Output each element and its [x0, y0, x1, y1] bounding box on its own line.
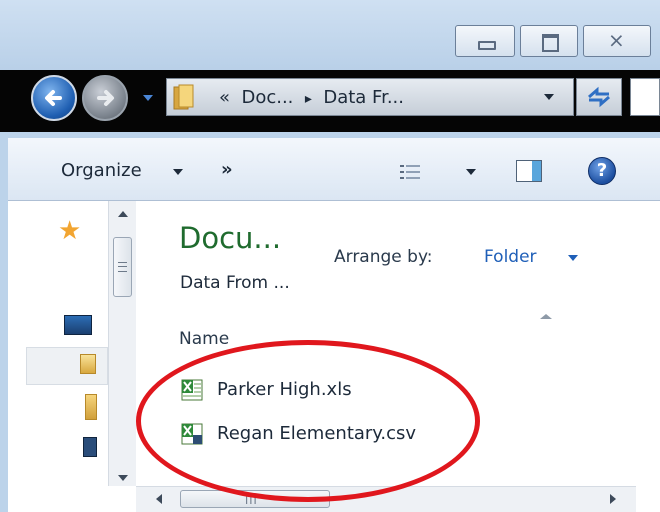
favorites-star-icon[interactable]: ★: [58, 218, 81, 244]
scroll-up-icon[interactable]: [118, 211, 128, 217]
preview-pane-button[interactable]: [516, 160, 542, 182]
organize-dropdown-icon[interactable]: [173, 169, 183, 175]
breadcrumb-item-data-from[interactable]: Data Fr...: [323, 87, 404, 108]
highlight-ellipse: [136, 340, 480, 502]
desktop-icon[interactable]: [64, 315, 92, 335]
command-bar: Organize » ?: [8, 138, 660, 201]
maximize-button[interactable]: [520, 25, 578, 57]
close-button[interactable]: ⨯: [583, 25, 651, 57]
address-bar[interactable]: « Doc... ▸ Data Fr...: [166, 78, 574, 116]
grip-icon: [118, 262, 127, 272]
folder-icon[interactable]: [85, 394, 97, 420]
refresh-button[interactable]: [576, 78, 622, 116]
scroll-thumb[interactable]: [113, 237, 132, 297]
scroll-right-icon[interactable]: [610, 494, 616, 504]
forward-button[interactable]: [82, 75, 128, 121]
views-dropdown-icon[interactable]: [466, 169, 476, 175]
minimize-icon: [478, 41, 496, 50]
arrange-by-dropdown[interactable]: Folder: [484, 247, 537, 267]
title-bar: ⨯: [0, 0, 660, 70]
computer-icon[interactable]: [83, 437, 97, 457]
breadcrumb-item-documents[interactable]: Doc...: [241, 87, 293, 108]
close-icon: ⨯: [608, 28, 625, 52]
forward-arrow-icon: [97, 90, 114, 106]
maximize-icon: [542, 34, 559, 52]
vertical-scrollbar[interactable]: [108, 201, 136, 486]
refresh-icon: [588, 86, 610, 108]
libraries-icon[interactable]: [80, 354, 96, 374]
preview-pane-icon: [532, 161, 541, 181]
folder-icon: [173, 84, 194, 110]
breadcrumb[interactable]: « Doc... ▸ Data Fr...: [219, 87, 404, 108]
views-icon[interactable]: [400, 164, 422, 180]
organize-button[interactable]: Organize: [61, 160, 142, 181]
search-input[interactable]: [630, 78, 660, 116]
arrange-by-label: Arrange by:: [334, 247, 433, 267]
scroll-left-icon[interactable]: [156, 494, 162, 504]
help-button[interactable]: ?: [588, 157, 616, 185]
recent-pages-dropdown[interactable]: [143, 95, 153, 101]
scroll-down-icon[interactable]: [118, 475, 128, 481]
navigation-pane: ★: [8, 201, 136, 486]
library-title: Docu...: [179, 221, 282, 255]
breadcrumb-overflow[interactable]: «: [219, 87, 230, 108]
sort-ascending-icon: [540, 314, 552, 319]
back-button[interactable]: [31, 75, 77, 121]
navigation-bar: « Doc... ▸ Data Fr...: [0, 70, 660, 132]
name-column-header[interactable]: Name: [179, 329, 229, 349]
minimize-button[interactable]: [455, 25, 515, 57]
arrange-dropdown-icon[interactable]: [568, 255, 578, 261]
library-subtitle: Data From ...: [180, 273, 290, 293]
more-commands-button[interactable]: »: [221, 159, 233, 180]
back-arrow-icon: [45, 90, 62, 106]
explorer-window: ⨯ « Doc... ▸ Data Fr... Organize » ? ★ D…: [0, 0, 660, 512]
address-dropdown-icon[interactable]: [544, 94, 554, 100]
breadcrumb-separator[interactable]: ▸: [305, 91, 312, 107]
